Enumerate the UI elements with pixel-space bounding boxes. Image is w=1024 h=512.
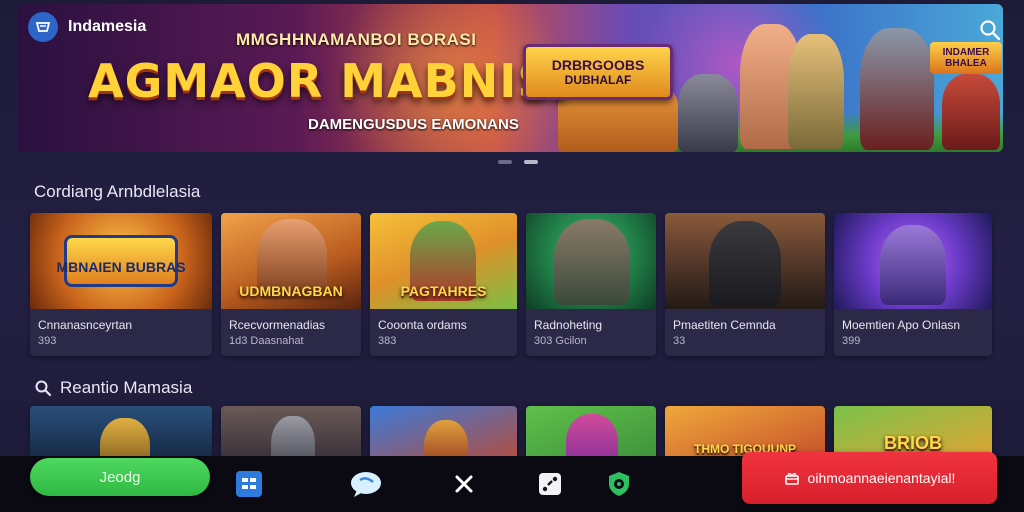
game-thumbnail — [526, 213, 656, 309]
game-thumbnail — [834, 213, 992, 309]
brand[interactable]: Indamesia — [28, 12, 146, 42]
carousel-dot-active[interactable] — [524, 160, 538, 164]
chat-icon — [351, 472, 381, 497]
game-name: Rcecvormenadias — [229, 318, 326, 332]
game-logo-line1: DRBRGOOBS — [551, 57, 645, 73]
character-illustration — [880, 225, 946, 305]
game-thumbnail: UDMBNAGBAN — [221, 213, 361, 309]
game-name: Moemtien Apo Onlasn — [842, 318, 961, 332]
game-thumbnail: PAGTAHRES — [370, 213, 517, 309]
character-illustration — [554, 219, 630, 305]
game-card[interactable]: Moemtien Apo Onlasn 399 — [834, 213, 992, 356]
dice-button[interactable] — [535, 469, 565, 499]
promo-button[interactable]: oihmoannaeienantayial! — [742, 452, 997, 504]
search-icon — [980, 20, 1001, 41]
game-card[interactable]: PAGTAHRES Cooonta ordams 383 — [370, 213, 517, 356]
app-logo-icon — [28, 12, 58, 42]
app-root: Indamesia MMGHHNAMANBOI BORASI AGMAOR MA… — [0, 0, 1024, 512]
thumbnail-title: BRIOB — [884, 433, 942, 453]
carousel-indicator[interactable] — [498, 160, 538, 164]
grid-button[interactable] — [234, 469, 264, 499]
game-name: Radnoheting — [534, 318, 603, 332]
game-name: Pmaetiten Cemnda — [673, 318, 776, 332]
game-row: MBNAIEN BUBRAS Cnnanasnceyrtan 393 UDMBN… — [30, 213, 992, 356]
thumbnail-title: PAGTAHRES — [400, 283, 487, 299]
game-thumbnail — [665, 213, 825, 309]
primary-action-button[interactable]: Jeodg — [30, 458, 210, 496]
game-logo-line2: DUBHALAF — [564, 73, 632, 87]
carousel-dot[interactable] — [498, 160, 512, 164]
shield-button[interactable] — [604, 469, 634, 499]
close-button[interactable] — [449, 469, 479, 499]
game-thumbnail: MBNAIEN BUBRAS — [30, 213, 212, 309]
game-meta: 399 — [842, 335, 861, 347]
section-title: Cordiang Arnbdlelasia — [34, 182, 200, 202]
section-title-text: Reantio Mamasia — [60, 378, 193, 397]
banner-title: AGMAOR MABNISI — [88, 54, 570, 108]
game-meta: 383 — [378, 335, 397, 347]
game-name: Cnnanasnceyrtan — [38, 318, 133, 332]
section-title: Reantio Mamasia — [34, 378, 192, 398]
search-icon — [35, 380, 52, 397]
game-card[interactable]: MBNAIEN BUBRAS Cnnanasnceyrtan 393 — [30, 213, 212, 356]
app-name: Indamesia — [68, 18, 147, 35]
game-name: Cooonta ordams — [378, 318, 467, 332]
game-meta: 33 — [673, 335, 686, 347]
character-illustration — [942, 74, 1000, 150]
dice-icon — [539, 473, 561, 495]
shield-icon — [609, 472, 629, 496]
game-meta: 303 Gcilon — [534, 335, 587, 347]
corner-logo: INDAMER BHALEA — [930, 42, 1002, 74]
game-card[interactable]: Radnoheting 303 Gcilon — [526, 213, 656, 356]
banner-subtitle: MMGHHNAMANBOI BORASI — [236, 30, 477, 49]
character-illustration — [678, 74, 738, 152]
game-meta: 1d3 Daasnahat — [229, 335, 304, 347]
grid-icon — [236, 471, 262, 497]
game-card[interactable]: Pmaetiten Cemnda 33 — [665, 213, 825, 356]
character-illustration — [709, 221, 781, 307]
chat-button[interactable] — [349, 469, 383, 499]
character-illustration — [860, 28, 934, 150]
game-logo: DRBRGOOBS DUBHALAF — [523, 44, 673, 100]
thumbnail-title: UDMBNAGBAN — [239, 283, 343, 299]
character-illustration — [788, 34, 844, 149]
search-button[interactable] — [976, 16, 1003, 44]
gift-icon — [784, 473, 799, 485]
game-meta: 393 — [38, 335, 57, 347]
thumbnail-title: MBNAIEN BUBRAS — [56, 259, 186, 275]
game-card[interactable]: UDMBNAGBAN Rcecvormenadias 1d3 Daasnahat — [221, 213, 361, 356]
hero-banner[interactable]: Indamesia MMGHHNAMANBOI BORASI AGMAOR MA… — [18, 4, 1003, 152]
close-icon — [455, 475, 473, 493]
section-title-text: Cordiang Arnbdlelasia — [34, 182, 201, 201]
promo-button-label: oihmoannaeienantayial! — [807, 470, 956, 486]
banner-caption: DAMENGUSDUS EAMONANS — [308, 116, 519, 133]
